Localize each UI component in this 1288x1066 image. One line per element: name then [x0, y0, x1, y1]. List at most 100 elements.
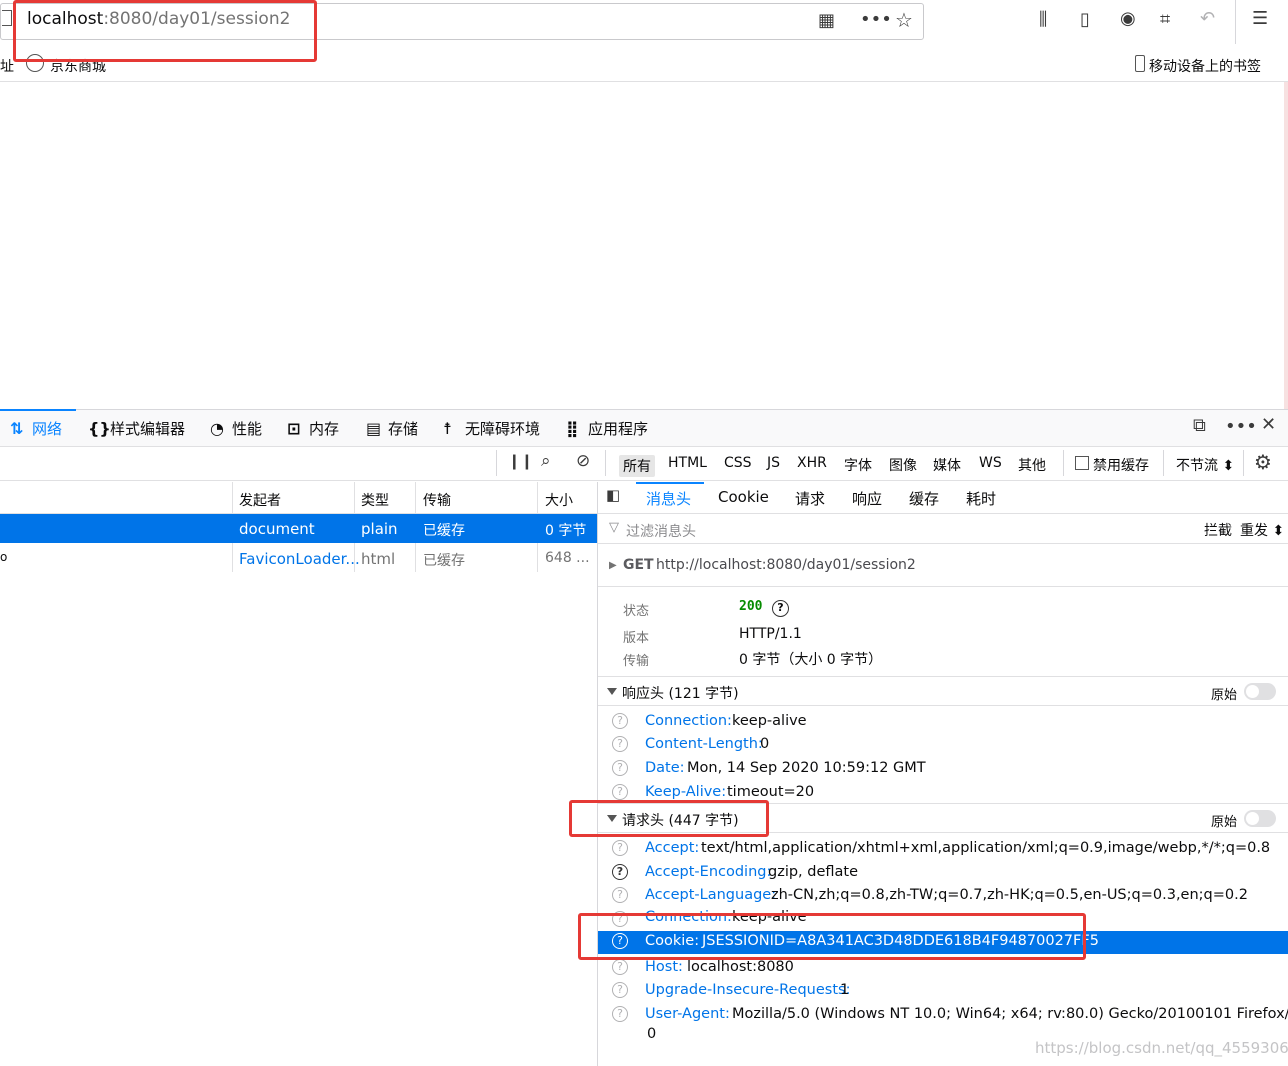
- help-icon[interactable]: ?: [612, 911, 628, 927]
- resend-button[interactable]: 重发 ⬍: [1240, 520, 1284, 540]
- menu-icon[interactable]: ☰: [1252, 10, 1268, 28]
- filter-all[interactable]: 所有: [619, 455, 655, 477]
- version-label: 版本: [623, 631, 650, 646]
- help-icon[interactable]: ?: [772, 600, 789, 617]
- throttle-select[interactable]: 不节流 ⬍: [1176, 455, 1234, 475]
- table-row[interactable]: o FaviconLoader... html 已缓存 648 ...: [0, 544, 597, 573]
- globe-icon: [26, 54, 44, 72]
- help-icon[interactable]: ?: [612, 736, 628, 752]
- col-initiator[interactable]: 发起者: [239, 490, 281, 510]
- expand-arrow-icon[interactable]: ▶: [609, 560, 617, 571]
- tab-performance[interactable]: ◔ 性能: [210, 418, 262, 439]
- status-code: 200: [739, 599, 763, 614]
- dock-icon[interactable]: ⧉: [1193, 417, 1206, 435]
- header-row[interactable]: ? Keep-Alive: timeout=20: [598, 782, 1288, 801]
- network-icon: ⇅: [10, 419, 24, 438]
- cell-initiator[interactable]: FaviconLoader...: [239, 550, 360, 568]
- tab-network[interactable]: ⇅ 网络: [10, 418, 62, 439]
- url-text[interactable]: localhost:8080/day01/session2: [27, 9, 290, 29]
- help-icon[interactable]: ?: [612, 864, 628, 880]
- tab-accessibility[interactable]: ☨ 无障碍环境: [443, 418, 540, 439]
- clear-icon[interactable]: ⊘: [576, 453, 590, 470]
- account-icon[interactable]: ◉: [1120, 10, 1136, 28]
- settings-gear-icon[interactable]: ⚙: [1254, 452, 1272, 472]
- help-icon[interactable]: ?: [612, 784, 628, 800]
- close-icon[interactable]: ✕: [1261, 416, 1276, 434]
- collapse-arrow-icon[interactable]: [607, 815, 617, 822]
- filter-xhr[interactable]: XHR: [797, 455, 827, 471]
- divider: [1243, 450, 1244, 476]
- toggle-sidebar-icon[interactable]: ◧: [606, 488, 620, 503]
- gauge-icon: ◔: [210, 419, 224, 438]
- filter-ws[interactable]: WS: [979, 455, 1002, 471]
- filter-fonts[interactable]: 字体: [844, 455, 872, 475]
- help-icon[interactable]: ?: [612, 982, 628, 998]
- cell-type: html: [361, 550, 396, 568]
- tab-style-editor[interactable]: {}样式编辑器: [88, 418, 185, 439]
- col-type[interactable]: 类型: [361, 490, 389, 510]
- help-icon[interactable]: ?: [612, 1006, 628, 1022]
- tab-application[interactable]: ⣿ 应用程序: [566, 418, 648, 439]
- block-button[interactable]: 拦截: [1204, 520, 1232, 540]
- header-row[interactable]: ? Upgrade-Insecure-Requests: 1: [598, 980, 1288, 1003]
- help-icon[interactable]: ?: [612, 760, 628, 776]
- library-icon[interactable]: ⫼: [1039, 11, 1047, 29]
- cell-type: plain: [361, 520, 398, 538]
- help-icon[interactable]: ?: [612, 887, 628, 903]
- filter-other[interactable]: 其他: [1018, 455, 1046, 475]
- accessibility-icon: ☨: [443, 419, 452, 438]
- bookmark-fragment[interactable]: 址: [0, 56, 14, 76]
- pause-icon[interactable]: ❙❙: [508, 454, 533, 469]
- help-icon[interactable]: ?: [612, 840, 628, 856]
- header-row[interactable]: ? Connection: keep-alive: [598, 711, 1288, 734]
- header-row-selected[interactable]: ? Cookie: JSESSIONID=A8A341AC3D48DDE618B4F…: [598, 931, 1288, 954]
- bookmark-jd[interactable]: 京东商城: [50, 56, 106, 76]
- filter-html[interactable]: HTML: [668, 455, 707, 471]
- header-row[interactable]: ? Date: Mon, 14 Sep 2020 10:59:12 GMT: [598, 758, 1288, 781]
- search-icon[interactable]: ⌕: [541, 453, 551, 470]
- bookmarks-bar: [0, 48, 1288, 82]
- disable-cache-checkbox[interactable]: [1075, 456, 1089, 470]
- header-row[interactable]: ? Accept-Language: zh-CN,zh;q=0.8,zh-TW;q=…: [598, 885, 1288, 908]
- header-row[interactable]: ? Connection: keep-alive: [598, 909, 1288, 930]
- bookmark-star-icon[interactable]: ☆: [895, 10, 913, 30]
- col-size[interactable]: 大小: [545, 490, 573, 510]
- cell-size: 0 字节: [545, 523, 587, 539]
- tab-memory[interactable]: ⊡ 内存: [287, 418, 339, 439]
- filter-images[interactable]: 图像: [889, 455, 917, 475]
- help-icon[interactable]: ?: [612, 959, 628, 975]
- tab-response[interactable]: 响应: [852, 488, 882, 509]
- tab-cache[interactable]: 缓存: [909, 488, 939, 509]
- filter-media[interactable]: 媒体: [933, 455, 961, 475]
- undo-icon[interactable]: ↶: [1200, 10, 1215, 28]
- header-row[interactable]: ? Content-Length: 0: [598, 734, 1288, 757]
- page-actions-icon[interactable]: •••: [860, 11, 892, 29]
- header-row[interactable]: ? Accept: text/html,application/xhtml+xml,…: [598, 838, 1288, 861]
- tab-timings[interactable]: 耗时: [966, 488, 996, 509]
- filter-js[interactable]: JS: [767, 455, 780, 471]
- header-row[interactable]: ? Host: localhost:8080: [598, 957, 1288, 980]
- table-row[interactable]: document plain 已缓存 0 字节: [0, 514, 597, 543]
- help-icon[interactable]: ?: [612, 933, 628, 949]
- screenshot-icon[interactable]: ⌗: [1160, 11, 1170, 29]
- bookmark-mobile[interactable]: 移动设备上的书签: [1149, 56, 1261, 76]
- tab-storage[interactable]: ▤ 存储: [366, 418, 418, 439]
- qr-code-icon[interactable]: ▦: [818, 12, 835, 30]
- col-transfer[interactable]: 传输: [423, 490, 451, 510]
- header-row[interactable]: ? Accept-Encoding: gzip, deflate: [598, 862, 1288, 885]
- help-icon[interactable]: ?: [612, 713, 628, 729]
- active-tab-indicator: [0, 409, 76, 411]
- collapse-arrow-icon[interactable]: [607, 688, 617, 695]
- tab-request[interactable]: 请求: [795, 488, 825, 509]
- raw-toggle[interactable]: [1244, 810, 1276, 827]
- watermark: https://blog.csdn.net/qq_45593068: [1035, 1039, 1288, 1057]
- request-url[interactable]: http://localhost:8080/day01/session2: [656, 557, 916, 573]
- tab-cookie[interactable]: Cookie: [718, 488, 769, 506]
- filter-headers-input[interactable]: 过滤消息头: [626, 521, 696, 541]
- more-options-icon[interactable]: •••: [1225, 418, 1257, 436]
- raw-toggle[interactable]: [1244, 683, 1276, 700]
- filter-css[interactable]: CSS: [724, 455, 752, 471]
- sidebar-icon[interactable]: ▯: [1080, 11, 1090, 29]
- cell-transfer: 已缓存: [423, 553, 465, 569]
- tab-headers[interactable]: 消息头: [646, 488, 691, 509]
